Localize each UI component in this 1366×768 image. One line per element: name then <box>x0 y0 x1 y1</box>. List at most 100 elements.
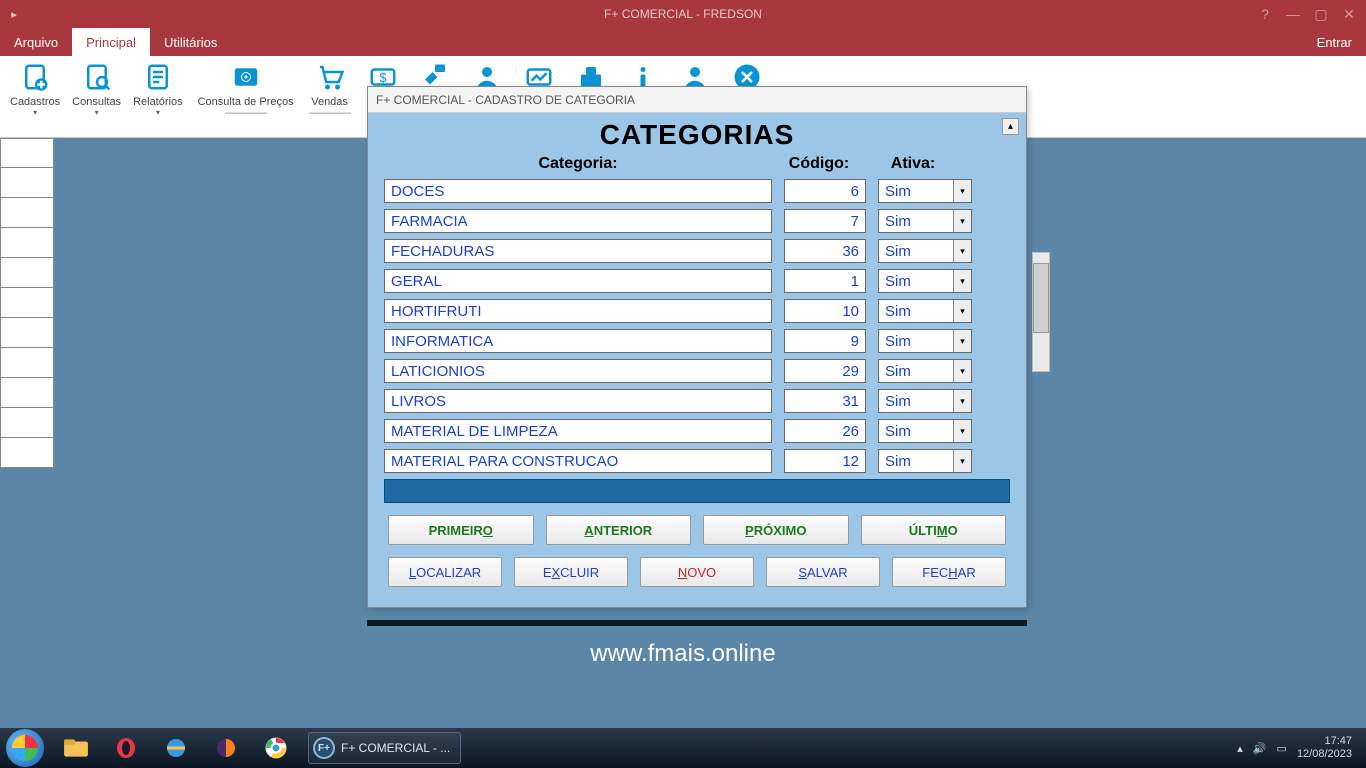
categoria-field[interactable]: FARMACIA <box>384 209 772 233</box>
signin-link[interactable]: Entrar <box>1303 28 1366 56</box>
taskbar-opera-icon[interactable] <box>104 732 148 764</box>
scroll-up-button[interactable]: ▴ <box>1002 118 1019 135</box>
clipboard-list-icon <box>141 60 175 94</box>
record-selector[interactable] <box>0 168 54 198</box>
anterior-button[interactable]: ANTERIOR <box>546 515 692 545</box>
categoria-field[interactable]: LATICIONIOS <box>384 359 772 383</box>
localizar-button[interactable]: LOCALIZAR <box>388 557 502 587</box>
dialog-categorias: F+ COMERCIAL - CADASTRO DE CATEGORIA ▴ C… <box>367 86 1027 608</box>
scrollbar-thumb[interactable] <box>1033 263 1049 333</box>
proximo-button[interactable]: PRÓXIMO <box>703 515 849 545</box>
categoria-field[interactable]: MATERIAL PARA CONSTRUCAO <box>384 449 772 473</box>
chevron-down-icon[interactable]: ▾ <box>953 270 971 292</box>
taskbar-firefox-icon[interactable] <box>204 732 248 764</box>
price-search-icon <box>229 60 263 94</box>
dialog-title: F+ COMERCIAL - CADASTRO DE CATEGORIA <box>368 87 1026 113</box>
record-selector[interactable] <box>0 438 54 468</box>
codigo-field[interactable]: 9 <box>784 329 866 353</box>
quick-access-toolbar: ▸ <box>0 6 22 22</box>
chevron-down-icon[interactable]: ▾ <box>953 180 971 202</box>
minimize-icon[interactable]: — <box>1284 5 1302 23</box>
categoria-field[interactable]: GERAL <box>384 269 772 293</box>
categoria-field[interactable]: MATERIAL DE LIMPEZA <box>384 419 772 443</box>
taskbar-ie-icon[interactable] <box>154 732 198 764</box>
ativa-select[interactable]: Sim▾ <box>878 389 972 413</box>
maximize-icon[interactable]: ▢ <box>1312 5 1330 23</box>
primeiro-button[interactable]: PRIMEIRO <box>388 515 534 545</box>
categoria-field[interactable]: LIVROS <box>384 389 772 413</box>
start-button[interactable] <box>6 729 44 767</box>
categoria-field[interactable]: DOCES <box>384 179 772 203</box>
categoria-field[interactable]: INFORMATICA <box>384 329 772 353</box>
record-selector[interactable] <box>0 378 54 408</box>
ativa-select[interactable]: Sim▾ <box>878 359 972 383</box>
window-titlebar: ▸ F+ COMERCIAL - FREDSON ? — ▢ ✕ <box>0 0 1366 28</box>
chevron-down-icon[interactable]: ▾ <box>953 210 971 232</box>
categoria-field[interactable]: HORTIFRUTI <box>384 299 772 323</box>
close-icon[interactable]: ✕ <box>1340 5 1358 23</box>
taskbar-app-button[interactable]: F+ F+ COMERCIAL - ... <box>308 732 461 764</box>
record-selector[interactable] <box>0 198 54 228</box>
ativa-select[interactable]: Sim▾ <box>878 239 972 263</box>
chevron-down-icon[interactable]: ▾ <box>953 360 971 382</box>
ribbon-cadastros[interactable]: Cadastros ▾ <box>6 60 64 117</box>
clock[interactable]: 17:47 12/08/2023 <box>1297 735 1352 761</box>
ativa-select[interactable]: Sim▾ <box>878 419 972 443</box>
tab-utilitarios[interactable]: Utilitários <box>150 28 231 56</box>
chevron-down-icon[interactable]: ▾ <box>953 390 971 412</box>
ribbon-vendas[interactable]: Vendas ------------------ <box>305 60 355 119</box>
col-codigo: Código: <box>772 155 866 173</box>
codigo-field[interactable]: 29 <box>784 359 866 383</box>
chevron-down-icon[interactable]: ▾ <box>953 420 971 442</box>
codigo-field[interactable]: 36 <box>784 239 866 263</box>
ativa-select[interactable]: Sim▾ <box>878 329 972 353</box>
ultimo-button[interactable]: ÚLTIMO <box>861 515 1007 545</box>
ativa-select[interactable]: Sim▾ <box>878 269 972 293</box>
codigo-field[interactable]: 6 <box>784 179 866 203</box>
chevron-down-icon[interactable]: ▾ <box>953 300 971 322</box>
codigo-field[interactable]: 7 <box>784 209 866 233</box>
record-selector[interactable] <box>0 318 54 348</box>
ribbon-relatorios[interactable]: Relatórios ▾ <box>129 60 187 117</box>
categoria-field[interactable]: FECHADURAS <box>384 239 772 263</box>
taskbar-chrome-icon[interactable] <box>254 732 298 764</box>
record-selector[interactable] <box>0 138 54 168</box>
cart-icon <box>313 60 347 94</box>
codigo-field[interactable]: 1 <box>784 269 866 293</box>
tab-principal[interactable]: Principal <box>72 28 150 56</box>
taskbar-explorer-icon[interactable] <box>54 732 98 764</box>
record-selector[interactable] <box>0 258 54 288</box>
ribbon-consultas[interactable]: Consultas ▾ <box>68 60 125 117</box>
codigo-field[interactable]: 26 <box>784 419 866 443</box>
tab-arquivo[interactable]: Arquivo <box>0 28 72 56</box>
record-selector[interactable] <box>0 408 54 438</box>
novo-button[interactable]: NOVO <box>640 557 754 587</box>
record-selector[interactable] <box>0 288 54 318</box>
clipboard-search-icon <box>80 60 114 94</box>
chevron-down-icon[interactable]: ▾ <box>953 450 971 472</box>
record-selector[interactable] <box>0 228 54 258</box>
tray-expand-icon[interactable]: ▴ <box>1237 742 1243 755</box>
codigo-field[interactable]: 31 <box>784 389 866 413</box>
ativa-select[interactable]: Sim▾ <box>878 299 972 323</box>
ribbon-consulta-precos[interactable]: Consulta de Preços ------------------ <box>191 60 301 119</box>
action-center-icon[interactable]: ▭ <box>1277 742 1287 755</box>
ativa-select[interactable]: Sim▾ <box>878 209 972 233</box>
chevron-down-icon[interactable]: ▾ <box>953 330 971 352</box>
ativa-select[interactable]: Sim▾ <box>878 179 972 203</box>
help-icon[interactable]: ? <box>1256 5 1274 23</box>
chevron-down-icon: ▾ <box>156 108 160 117</box>
scrollbar-track[interactable] <box>1032 252 1050 372</box>
fechar-button[interactable]: FECHAR <box>892 557 1006 587</box>
svg-text:$: $ <box>379 71 386 85</box>
qat-icon[interactable]: ▸ <box>6 6 22 22</box>
ativa-select[interactable]: Sim▾ <box>878 449 972 473</box>
codigo-field[interactable]: 10 <box>784 299 866 323</box>
salvar-button[interactable]: SALVAR <box>766 557 880 587</box>
volume-icon[interactable]: 🔊 <box>1253 742 1267 755</box>
codigo-field[interactable]: 12 <box>784 449 866 473</box>
excluir-button[interactable]: EXCLUIR <box>514 557 628 587</box>
chevron-down-icon[interactable]: ▾ <box>953 240 971 262</box>
ribbon-dash: ------------------ <box>225 108 267 119</box>
record-selector[interactable] <box>0 348 54 378</box>
